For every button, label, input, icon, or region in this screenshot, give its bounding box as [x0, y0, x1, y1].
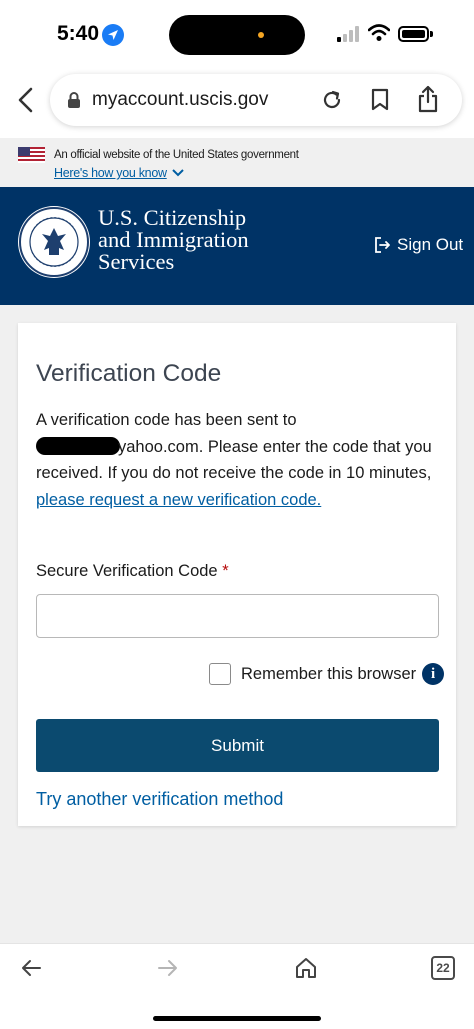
- cellular-signal-icon: [337, 26, 359, 42]
- battery-tip: [430, 31, 433, 37]
- info-icon[interactable]: i: [422, 663, 445, 685]
- sign-out-label: Sign Out: [397, 235, 464, 254]
- address-bar[interactable]: myaccount.uscis.gov: [50, 74, 462, 126]
- agency-name-line2: and Immigration: [98, 227, 249, 252]
- home-icon[interactable]: [294, 956, 318, 980]
- browser-address-row: myaccount.uscis.gov: [0, 70, 474, 136]
- battery-icon: [398, 26, 429, 42]
- sign-out-button[interactable]: Sign Out: [375, 235, 463, 255]
- location-arrow-icon: [102, 24, 124, 46]
- dynamic-island: [169, 15, 305, 55]
- us-flag-icon: [18, 147, 45, 163]
- bookmark-icon[interactable]: [370, 88, 390, 112]
- verification-card: Verification Code A verification code ha…: [18, 323, 456, 826]
- browser-back-chevron-icon[interactable]: [14, 86, 38, 114]
- submit-button[interactable]: Submit: [36, 719, 439, 772]
- reload-icon[interactable]: [320, 88, 344, 112]
- tabs-count-button[interactable]: 22: [431, 956, 455, 980]
- agency-header: U.S. Citizenship and Immigration Service…: [0, 187, 474, 305]
- home-indicator: [153, 1016, 321, 1021]
- code-field-label-text: Secure Verification Code: [36, 562, 218, 580]
- agency-name-line1: U.S. Citizenship: [98, 205, 247, 230]
- status-time: 5:40: [57, 22, 100, 45]
- lock-icon: [68, 92, 80, 108]
- page-title: Verification Code: [36, 360, 222, 387]
- back-arrow-icon[interactable]: [20, 958, 42, 978]
- url-text[interactable]: myaccount.uscis.gov: [92, 89, 268, 111]
- redacted-email: [36, 436, 120, 455]
- remember-browser-label[interactable]: Remember this browser: [241, 665, 416, 684]
- try-another-method-link[interactable]: Try another verification method: [36, 789, 283, 810]
- official-website-text: An official website of the United States…: [54, 149, 299, 161]
- agency-name[interactable]: U.S. Citizenship and Immigration Service…: [98, 205, 249, 274]
- recording-dot: [258, 32, 264, 38]
- agency-name-line3: Services: [98, 249, 175, 274]
- share-icon[interactable]: [416, 85, 440, 113]
- verification-message: A verification code has been sent to yah…: [36, 407, 444, 513]
- status-bar: 5:40: [0, 0, 474, 70]
- forward-arrow-icon[interactable]: [157, 958, 179, 978]
- message-prefix: A verification code has been sent to: [36, 411, 297, 429]
- wifi-icon: [368, 24, 390, 41]
- remember-browser-checkbox[interactable]: [209, 663, 231, 685]
- dhs-seal-logo[interactable]: [18, 206, 90, 278]
- code-field-label: Secure Verification Code *: [36, 562, 229, 581]
- sign-out-icon: [375, 237, 390, 253]
- main-content: Verification Code A verification code ha…: [0, 305, 474, 943]
- remember-browser-row: Remember this browser i: [209, 663, 445, 685]
- required-marker: *: [222, 562, 229, 580]
- official-gov-banner: An official website of the United States…: [0, 138, 474, 187]
- chevron-down-icon[interactable]: [172, 169, 184, 177]
- how-you-know-link[interactable]: Here's how you know: [54, 166, 167, 180]
- request-new-code-link[interactable]: please request a new verification code.: [36, 491, 321, 509]
- browser-toolbar: 22: [0, 943, 474, 1029]
- verification-code-input[interactable]: [36, 594, 439, 638]
